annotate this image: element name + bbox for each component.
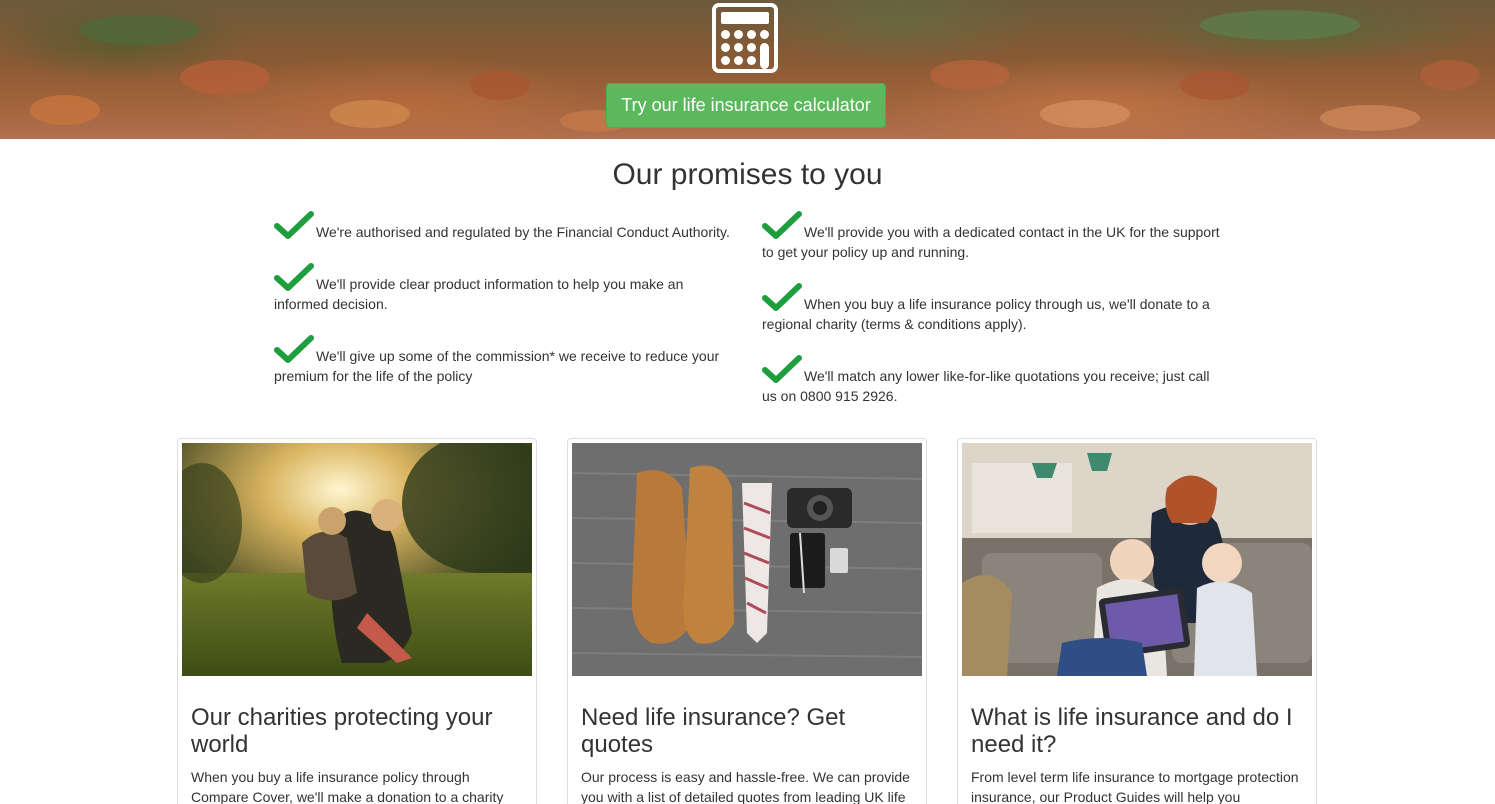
promise-text: We'll provide you with a dedicated conta… [762,224,1220,260]
card-text: Our process is easy and hassle-free. We … [581,769,910,804]
promise-item: When you buy a life insurance policy thr… [762,283,1222,334]
card-text: From level term life insurance to mortga… [971,769,1299,804]
promise-text: When you buy a life insurance policy thr… [762,296,1210,332]
promise-text: We're authorised and regulated by the Fi… [316,224,730,240]
promise-item: We're authorised and regulated by the Fi… [274,211,734,242]
promises-title: Our promises to you [612,158,883,191]
card-title[interactable]: Need life insurance? Get quotes [581,704,911,758]
life-insurance-calculator-button[interactable]: Try our life insurance calculator [606,83,886,128]
promise-item: We'll give up some of the commission* we… [274,335,734,386]
checkmark-icon [762,211,802,239]
promise-text: We'll give up some of the commission* we… [274,348,720,384]
promise-item: We'll match any lower like-for-like quot… [762,355,1222,406]
promise-item: We'll provide clear product information … [274,263,734,314]
hero-banner: Try our life insurance calculator [0,0,1495,139]
charity-photo [182,443,532,676]
card-title[interactable]: Our charities protecting your world [191,704,521,758]
checkmark-icon [274,263,314,291]
quotes-photo [572,443,922,676]
card-charities[interactable]: Our charities protecting your world When… [177,438,537,804]
card-title[interactable]: What is life insurance and do I need it? [971,704,1301,758]
checkmark-icon [762,355,802,383]
calculator-icon [712,3,778,73]
checkmark-icon [274,335,314,363]
checkmark-icon [762,283,802,311]
card-text: When you buy a life insurance policy thr… [191,769,504,804]
promise-text: We'll match any lower like-for-like quot… [762,368,1210,404]
family-photo [962,443,1312,676]
card-get-quotes[interactable]: Need life insurance? Get quotes Our proc… [567,438,927,804]
card-what-is-life-insurance[interactable]: What is life insurance and do I need it?… [957,438,1317,804]
checkmark-icon [274,211,314,239]
promise-text: We'll provide clear product information … [274,276,684,312]
promise-item: We'll provide you with a dedicated conta… [762,211,1222,262]
